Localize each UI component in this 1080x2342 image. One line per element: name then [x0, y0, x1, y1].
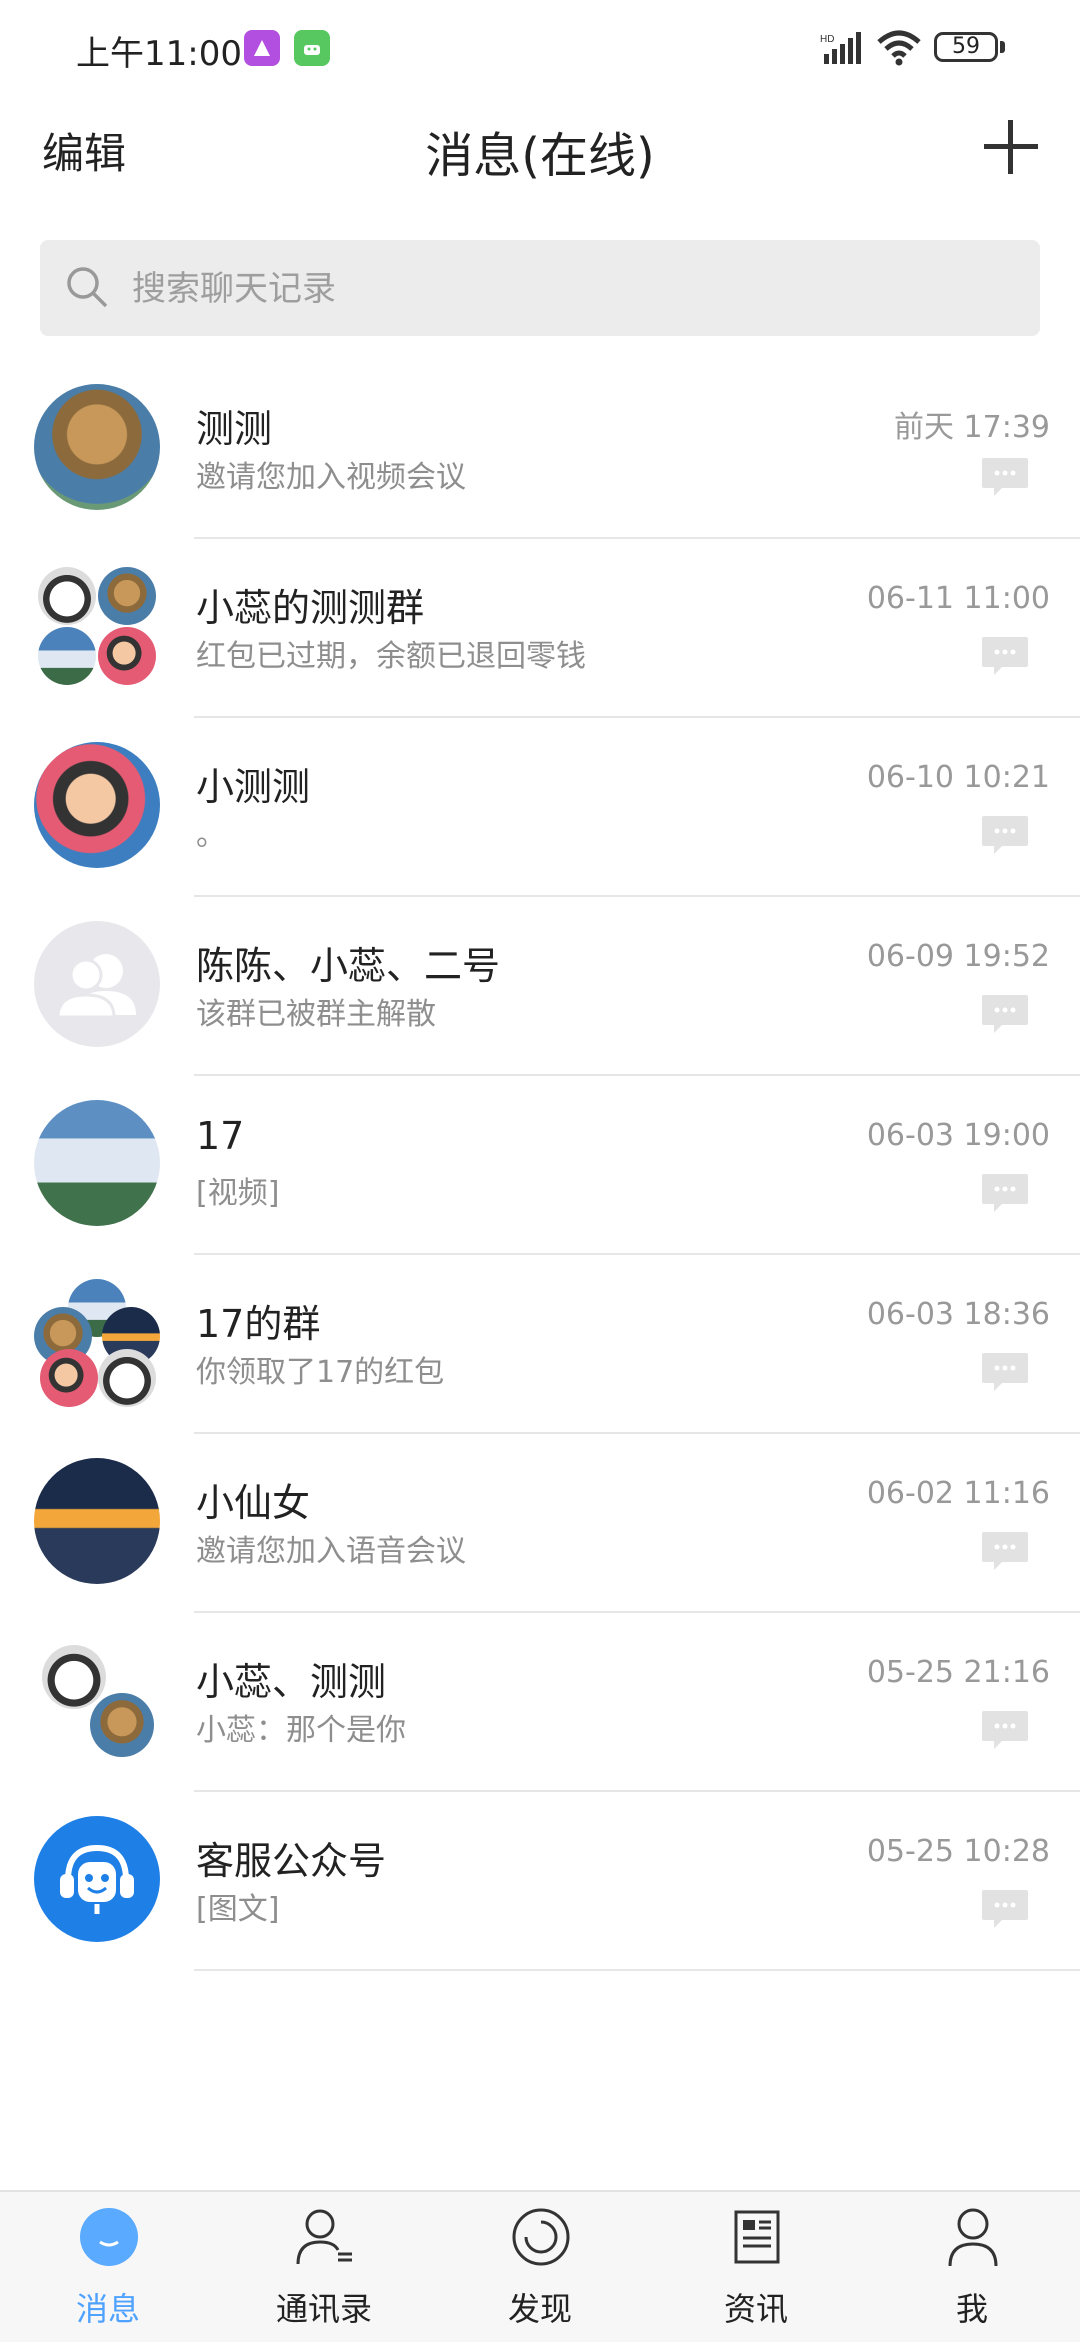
conversation-time: 06-02 11:16 — [866, 1476, 1050, 1511]
battery-tip — [1000, 41, 1005, 53]
conversation-name: 客服公众号 — [196, 1839, 387, 1883]
conversation-preview: 该群已被群主解散 — [196, 997, 436, 1032]
conversation-row[interactable]: 小测测 。 06-10 10:21 — [0, 718, 1080, 897]
chat-bubble-icon — [982, 637, 1028, 675]
chat-bubble-icon — [982, 1174, 1028, 1212]
conversation-row[interactable]: 17的群 你领取了17的红包 06-03 18:36 — [0, 1255, 1080, 1434]
page-title: 消息(在线) — [425, 128, 655, 184]
search-icon — [67, 267, 108, 308]
status-bar: 上午11:00 HD 59 — [0, 0, 1080, 96]
conversation-time: 前天 17:39 — [894, 410, 1050, 445]
chat-bubble-icon — [982, 995, 1028, 1033]
conversation-row[interactable]: 陈陈、小蕊、二号 该群已被群主解散 06-09 19:52 — [0, 897, 1080, 1076]
group-avatar — [34, 563, 160, 689]
group-avatar — [34, 1279, 160, 1407]
search-input[interactable] — [130, 240, 1014, 338]
news-icon — [734, 2210, 780, 2264]
chat-bubble-icon — [982, 1711, 1028, 1749]
conversation-row[interactable]: 17 [视频] 06-03 19:00 — [0, 1076, 1080, 1255]
conversation-row[interactable]: 小蕊、测测 小蕊：那个是你 05-25 21:16 — [0, 1613, 1080, 1792]
tab-label: 消息 — [75, 2290, 140, 2328]
conversation-name: 小仙女 — [196, 1481, 311, 1525]
conversation-name: 陈陈、小蕊、二号 — [196, 944, 501, 988]
conversation-name: 测测 — [196, 407, 273, 451]
conversation-time: 06-09 19:52 — [866, 939, 1050, 974]
search-bar[interactable] — [40, 240, 1040, 338]
conversation-preview: [图文] — [196, 1892, 280, 1927]
conversation-name: 17的群 — [196, 1302, 321, 1346]
profile-icon — [948, 2208, 998, 2267]
conversation-time: 06-03 19:00 — [866, 1118, 1050, 1153]
wifi-icon — [877, 30, 921, 66]
conversation-time: 06-10 10:21 — [866, 760, 1050, 795]
conversation-row[interactable]: 小蕊的测测群 红包已过期，余额已退回零钱 06-11 11:00 — [0, 539, 1080, 718]
conversation-name: 小测测 — [196, 765, 311, 809]
conversation-preview: 小蕊：那个是你 — [196, 1713, 406, 1748]
conversation-preview: 邀请您加入语音会议 — [196, 1534, 466, 1569]
chat-bubble-icon — [982, 816, 1028, 854]
conversation-name: 小蕊、测测 — [196, 1660, 387, 1704]
conversation-time: 05-25 21:16 — [866, 1655, 1050, 1690]
tab-contacts[interactable]: 通讯录 — [216, 2192, 432, 2342]
status-time: 上午11:00 — [76, 34, 242, 74]
group-people-icon — [56, 954, 136, 1019]
conversation-list: 测测 邀请您加入视频会议 前天 17:39 小蕊的测测群 红包已过期，余额已退回… — [0, 360, 1080, 1971]
conversation-time: 05-25 10:28 — [866, 1834, 1050, 1869]
tab-label: 通讯录 — [275, 2290, 372, 2328]
app-notification-icon — [244, 30, 280, 66]
conversation-preview: 你领取了17的红包 — [196, 1355, 445, 1390]
conversation-row[interactable]: 小仙女 邀请您加入语音会议 06-02 11:16 — [0, 1434, 1080, 1613]
group-avatar — [34, 1637, 160, 1763]
signal-icon: HD — [820, 32, 861, 64]
avatar — [34, 1100, 160, 1226]
conversation-name: 小蕊的测测群 — [196, 586, 425, 630]
contacts-icon — [296, 2209, 352, 2265]
avatar — [34, 742, 160, 868]
chat-bubble-icon — [80, 2208, 138, 2266]
avatar — [34, 921, 160, 1047]
tab-label: 发现 — [507, 2290, 572, 2328]
bottom-tab-bar: 消息 通讯录 发现 资讯 我 — [0, 2190, 1080, 2342]
tab-discover[interactable]: 发现 — [432, 2192, 648, 2342]
avatar — [34, 1816, 160, 1942]
avatar — [34, 1458, 160, 1584]
conversation-time: 06-11 11:00 — [866, 581, 1050, 616]
chat-bubble-icon — [982, 1353, 1028, 1391]
conversation-preview: 。 — [196, 818, 226, 853]
chat-bubble-icon — [982, 1532, 1028, 1570]
tab-messages[interactable]: 消息 — [0, 2192, 216, 2342]
tab-label: 资讯 — [723, 2290, 788, 2328]
signal-hd-label: HD — [820, 34, 834, 45]
battery-indicator: 59 — [934, 32, 998, 62]
tab-news[interactable]: 资讯 — [648, 2192, 864, 2342]
chat-bubble-icon — [982, 1890, 1028, 1928]
conversation-name: 17 — [196, 1114, 245, 1158]
android-icon — [294, 30, 330, 66]
conversation-row[interactable]: 客服公众号 [图文] 05-25 10:28 — [0, 1792, 1080, 1971]
chat-bubble-icon — [982, 458, 1028, 496]
tab-me[interactable]: 我 — [864, 2192, 1080, 2342]
conversation-preview: 邀请您加入视频会议 — [196, 460, 466, 495]
tab-label: 我 — [955, 2290, 988, 2328]
plus-icon[interactable] — [982, 118, 1040, 176]
conversation-time: 06-03 18:36 — [866, 1297, 1050, 1332]
conversation-row[interactable]: 测测 邀请您加入视频会议 前天 17:39 — [0, 360, 1080, 539]
avatar — [34, 384, 160, 510]
row-divider — [194, 1969, 1080, 1971]
discover-icon — [512, 2208, 570, 2266]
conversation-preview: [视频] — [196, 1176, 280, 1211]
conversation-preview: 红包已过期，余额已退回零钱 — [196, 639, 586, 674]
customer-service-icon — [60, 1844, 134, 1914]
